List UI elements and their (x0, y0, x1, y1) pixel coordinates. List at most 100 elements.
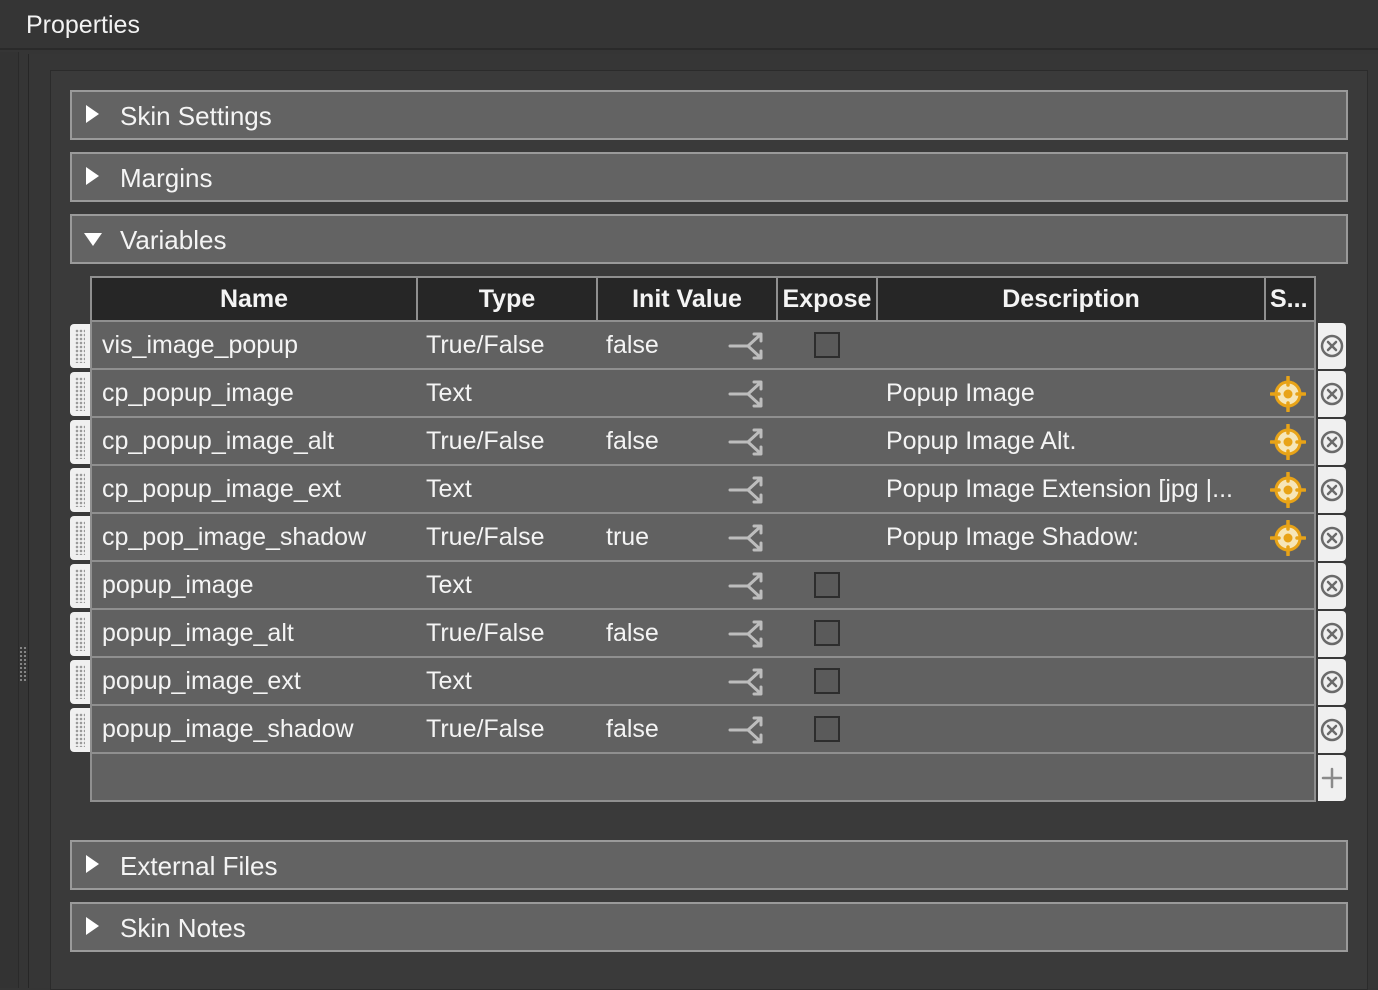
column-header-description[interactable]: Description (876, 276, 1266, 322)
empty-cell[interactable] (596, 754, 778, 802)
remove-row-button[interactable] (1318, 659, 1346, 705)
table-row[interactable]: popup_image Text (70, 562, 1346, 610)
cell-description[interactable]: Popup Image (876, 370, 1266, 418)
cell-expose[interactable] (776, 706, 878, 754)
cell-name[interactable]: popup_image_shadow (90, 706, 418, 754)
cell-init-value[interactable] (596, 658, 778, 706)
expose-checkbox[interactable] (814, 668, 840, 694)
cell-skin-setting[interactable] (1264, 706, 1316, 754)
table-row[interactable]: cp_popup_image Text Popup Image (70, 370, 1346, 418)
drag-handle-icon[interactable] (70, 324, 90, 368)
cell-expose[interactable] (776, 322, 878, 370)
add-row-button[interactable] (1318, 755, 1346, 801)
remove-row-button[interactable] (1318, 563, 1346, 609)
link-arrows-icon[interactable] (728, 666, 770, 698)
cell-type[interactable]: Text (416, 370, 598, 418)
cell-init-value[interactable]: false (596, 610, 778, 658)
link-arrows-icon[interactable] (728, 522, 770, 554)
cell-type[interactable]: Text (416, 466, 598, 514)
cell-description[interactable] (876, 706, 1266, 754)
cell-description[interactable]: Popup Image Extension [jpg |... (876, 466, 1266, 514)
cell-init-value[interactable]: false (596, 322, 778, 370)
cell-name[interactable]: popup_image (90, 562, 418, 610)
cell-expose[interactable] (776, 370, 878, 418)
section-skin-notes[interactable]: Skin Notes (70, 902, 1348, 952)
cell-name[interactable]: cp_popup_image (90, 370, 418, 418)
target-crosshair-icon[interactable] (1269, 423, 1307, 461)
cell-skin-setting[interactable] (1264, 418, 1316, 466)
cell-skin-setting[interactable] (1264, 514, 1316, 562)
cell-skin-setting[interactable] (1264, 562, 1316, 610)
remove-row-button[interactable] (1318, 467, 1346, 513)
section-variables[interactable]: Variables (70, 214, 1348, 264)
remove-row-button[interactable] (1318, 323, 1346, 369)
cell-init-value[interactable]: false (596, 418, 778, 466)
cell-name[interactable]: cp_pop_image_shadow (90, 514, 418, 562)
remove-row-button[interactable] (1318, 611, 1346, 657)
drag-handle-icon[interactable] (70, 660, 90, 704)
cell-expose[interactable] (776, 562, 878, 610)
section-external-files[interactable]: External Files (70, 840, 1348, 890)
column-header-skin-setting[interactable]: S... (1264, 276, 1316, 322)
cell-init-value[interactable]: true (596, 514, 778, 562)
new-row[interactable] (90, 754, 1346, 802)
table-row[interactable]: cp_pop_image_shadow True/False true Popup I… (70, 514, 1346, 562)
expose-checkbox[interactable] (814, 572, 840, 598)
empty-cell[interactable] (776, 754, 878, 802)
remove-row-button[interactable] (1318, 515, 1346, 561)
column-header-name[interactable]: Name (90, 276, 418, 322)
drag-handle-icon[interactable] (70, 372, 90, 416)
cell-type[interactable]: True/False (416, 514, 598, 562)
cell-name[interactable]: cp_popup_image_ext (90, 466, 418, 514)
expose-checkbox[interactable] (814, 332, 840, 358)
cell-type[interactable]: Text (416, 562, 598, 610)
empty-cell[interactable] (90, 754, 418, 802)
cell-skin-setting[interactable] (1264, 658, 1316, 706)
drag-handle-icon[interactable] (70, 564, 90, 608)
cell-expose[interactable] (776, 418, 878, 466)
splitter-grip-icon[interactable] (19, 646, 27, 682)
cell-init-value[interactable] (596, 370, 778, 418)
cell-expose[interactable] (776, 610, 878, 658)
link-arrows-icon[interactable] (728, 570, 770, 602)
cell-expose[interactable] (776, 514, 878, 562)
cell-init-value[interactable] (596, 466, 778, 514)
link-arrows-icon[interactable] (728, 330, 770, 362)
cell-expose[interactable] (776, 466, 878, 514)
link-arrows-icon[interactable] (728, 474, 770, 506)
empty-cell[interactable] (416, 754, 598, 802)
cell-type[interactable]: True/False (416, 418, 598, 466)
link-arrows-icon[interactable] (728, 378, 770, 410)
cell-type[interactable]: True/False (416, 322, 598, 370)
link-arrows-icon[interactable] (728, 618, 770, 650)
cell-name[interactable]: popup_image_alt (90, 610, 418, 658)
table-row[interactable]: cp_popup_image_alt True/False false Popup I… (70, 418, 1346, 466)
cell-init-value[interactable] (596, 562, 778, 610)
remove-row-button[interactable] (1318, 707, 1346, 753)
cell-description[interactable] (876, 562, 1266, 610)
cell-type[interactable]: Text (416, 658, 598, 706)
cell-skin-setting[interactable] (1264, 466, 1316, 514)
cell-type[interactable]: True/False (416, 706, 598, 754)
cell-skin-setting[interactable] (1264, 370, 1316, 418)
empty-cell[interactable] (1264, 754, 1316, 802)
column-header-type[interactable]: Type (416, 276, 598, 322)
remove-row-button[interactable] (1318, 419, 1346, 465)
drag-handle-icon[interactable] (70, 420, 90, 464)
cell-description[interactable] (876, 658, 1266, 706)
cell-name[interactable]: vis_image_popup (90, 322, 418, 370)
cell-name[interactable]: popup_image_ext (90, 658, 418, 706)
drag-handle-icon[interactable] (70, 516, 90, 560)
table-row[interactable]: vis_image_popup True/False false (70, 322, 1346, 370)
drag-handle-icon[interactable] (70, 708, 90, 752)
table-row[interactable]: popup_image_ext Text (70, 658, 1346, 706)
table-row[interactable]: popup_image_shadow True/False false (70, 706, 1346, 754)
cell-type[interactable]: True/False (416, 610, 598, 658)
column-header-init-value[interactable]: Init Value (596, 276, 778, 322)
cell-skin-setting[interactable] (1264, 610, 1316, 658)
cell-skin-setting[interactable] (1264, 322, 1316, 370)
cell-description[interactable]: Popup Image Alt. (876, 418, 1266, 466)
section-skin-settings[interactable]: Skin Settings (70, 90, 1348, 140)
target-crosshair-icon[interactable] (1269, 471, 1307, 509)
cell-name[interactable]: cp_popup_image_alt (90, 418, 418, 466)
